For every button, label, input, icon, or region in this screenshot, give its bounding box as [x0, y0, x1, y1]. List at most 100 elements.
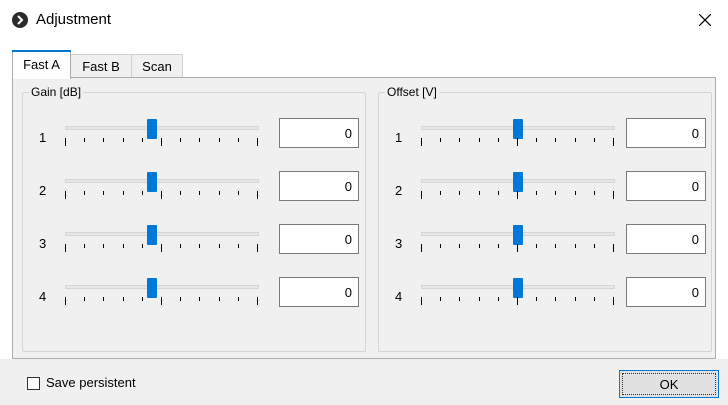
slider-tick	[257, 244, 258, 252]
slider-tick	[574, 244, 576, 248]
slider-tick	[536, 297, 538, 301]
offset-value-input-3[interactable]: 0	[626, 224, 706, 254]
slider-tick	[257, 191, 258, 199]
offset-value-input-2[interactable]: 0	[626, 171, 706, 201]
offset-row-2: 20	[379, 171, 711, 221]
slider-tick	[421, 191, 422, 199]
slider-tick	[555, 138, 557, 142]
offset-slider-ticks	[421, 297, 615, 305]
gain-slider-thumb[interactable]	[147, 172, 158, 192]
tab-scan[interactable]: Scan	[131, 54, 183, 78]
offset-slider-thumb[interactable]	[513, 278, 523, 298]
slider-tick	[141, 244, 143, 248]
offset-slider-thumb[interactable]	[513, 225, 523, 245]
slider-tick	[478, 297, 480, 301]
slider-tick	[421, 138, 422, 146]
slider-tick	[122, 191, 124, 195]
slider-tick	[122, 244, 124, 248]
slider-tick	[161, 138, 162, 146]
slider-tick	[497, 138, 499, 142]
offset-slider-ticks	[421, 138, 615, 146]
gain-slider-1[interactable]	[65, 126, 259, 130]
gain-value-input-1[interactable]: 0	[279, 118, 359, 148]
slider-tick	[161, 297, 162, 305]
gain-slider-4[interactable]	[65, 285, 259, 289]
gain-slider-thumb[interactable]	[147, 225, 158, 245]
slider-tick	[141, 297, 143, 301]
slider-tick	[593, 191, 595, 195]
slider-tick	[440, 138, 442, 142]
slider-tick	[103, 191, 105, 195]
slider-tick	[218, 297, 220, 301]
dialog-footer: Save persistent OK	[0, 359, 728, 405]
slider-tick	[478, 138, 480, 142]
slider-tick	[65, 297, 66, 305]
slider-tick	[517, 138, 518, 146]
slider-tick	[478, 244, 480, 248]
ok-button[interactable]: OK	[619, 370, 719, 398]
gain-slider-thumb[interactable]	[147, 119, 158, 139]
close-button[interactable]	[682, 0, 728, 40]
slider-tick	[497, 244, 499, 248]
save-persistent-checkbox[interactable]	[27, 377, 40, 390]
gain-slider-thumb[interactable]	[147, 278, 158, 298]
slider-tick	[180, 191, 182, 195]
slider-tick	[536, 191, 538, 195]
gain-channel-label: 4	[39, 289, 47, 304]
gain-row-3: 30	[23, 224, 365, 274]
offset-slider-thumb[interactable]	[513, 172, 523, 192]
gain-channel-label: 2	[39, 183, 47, 198]
slider-tick	[440, 244, 442, 248]
slider-tick	[574, 191, 576, 195]
window-title: Adjustment	[36, 11, 112, 28]
slider-tick	[613, 244, 614, 252]
tab-fast-a[interactable]: Fast A	[12, 50, 71, 79]
slider-tick	[237, 191, 239, 195]
slider-tick	[478, 191, 480, 195]
offset-slider-thumb[interactable]	[513, 119, 523, 139]
slider-tick	[257, 297, 258, 305]
slider-tick	[613, 138, 614, 146]
gain-group-title: Gain [dB]	[29, 85, 84, 99]
slider-tick	[497, 297, 499, 301]
offset-group-title: Offset [V]	[385, 85, 439, 99]
slider-tick	[199, 297, 201, 301]
offset-channel-label: 1	[395, 130, 403, 145]
slider-tick	[593, 138, 595, 142]
slider-tick	[593, 244, 595, 248]
slider-tick	[218, 138, 220, 142]
slider-tick	[517, 297, 518, 305]
slider-tick	[161, 244, 162, 252]
slider-tick	[237, 244, 239, 248]
slider-tick	[84, 297, 86, 301]
slider-tick	[536, 244, 538, 248]
close-icon	[699, 14, 711, 26]
slider-tick	[103, 138, 105, 142]
slider-tick	[141, 191, 143, 195]
offset-channel-label: 2	[395, 183, 403, 198]
slider-tick	[574, 297, 576, 301]
slider-tick	[65, 244, 66, 252]
gain-value-input-3[interactable]: 0	[279, 224, 359, 254]
gain-slider-3[interactable]	[65, 232, 259, 236]
save-persistent-label[interactable]: Save persistent	[46, 375, 136, 390]
tab-fast-b[interactable]: Fast B	[70, 54, 132, 78]
offset-slider-ticks	[421, 244, 615, 252]
slider-tick	[122, 138, 124, 142]
gain-row-1: 10	[23, 118, 365, 168]
gain-group: Gain [dB] 10203040	[22, 85, 366, 352]
slider-tick	[421, 297, 422, 305]
slider-tick	[593, 297, 595, 301]
offset-value-input-1[interactable]: 0	[626, 118, 706, 148]
slider-tick	[613, 191, 614, 199]
slider-tick	[555, 244, 557, 248]
gain-value-input-4[interactable]: 0	[279, 277, 359, 307]
gain-channel-label: 1	[39, 130, 47, 145]
offset-row-4: 40	[379, 277, 711, 327]
gain-slider-2[interactable]	[65, 179, 259, 183]
slider-tick	[459, 244, 461, 248]
offset-row-3: 30	[379, 224, 711, 274]
offset-value-input-4[interactable]: 0	[626, 277, 706, 307]
slider-tick	[257, 138, 258, 146]
gain-value-input-2[interactable]: 0	[279, 171, 359, 201]
